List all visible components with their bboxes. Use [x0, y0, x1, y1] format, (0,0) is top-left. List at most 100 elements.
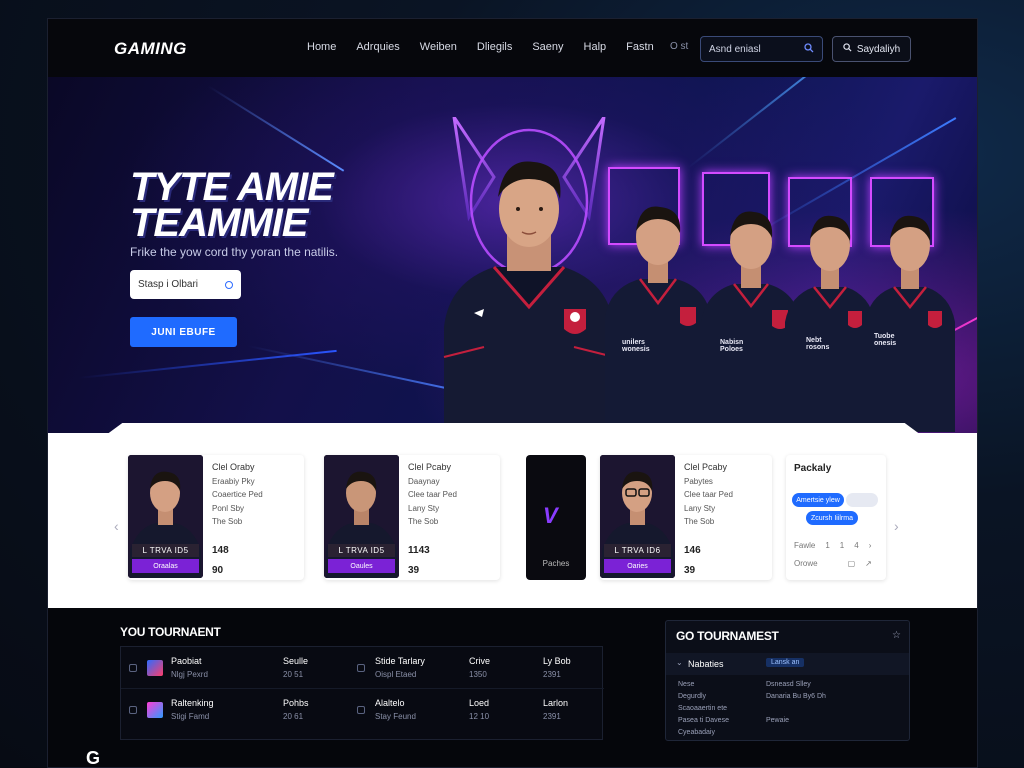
- panel-header-row[interactable]: ⌄ Nabaties Lansk an: [666, 653, 909, 675]
- player-stats: 148 90: [212, 541, 229, 581]
- player-card[interactable]: L TRVA ID5 Oraalas Clel Oraby Eraabiy Pk…: [128, 455, 304, 580]
- search-input[interactable]: Asnd eniasl: [700, 36, 823, 62]
- player-stat: 39: [408, 565, 420, 576]
- jersey-label: Nebt rosons: [806, 337, 830, 351]
- hero-title-line2: TEAMMIE: [130, 201, 308, 245]
- team-flag-icon: [147, 702, 163, 718]
- tournament-panel: GO TOURNAMEST ☆ ⌄ Nabaties Lansk an Nese…: [665, 620, 910, 741]
- player-detail: Coaertice Ped: [212, 490, 263, 499]
- player-detail: Eraabiy Pky: [212, 476, 255, 486]
- player-detail: Clee taar Ped: [684, 490, 733, 499]
- search-icon[interactable]: [804, 42, 814, 56]
- table-cell: Raltenking Stigi Famd: [171, 698, 214, 721]
- panel-row[interactable]: Pasea ti Davese: [678, 717, 729, 724]
- hero-banner: TYTE AMIE TEAMMIE Frike the yow cord thy…: [48, 77, 977, 433]
- player-stats: 146 39: [684, 541, 701, 581]
- player-card-tag: Oraalas: [132, 559, 199, 573]
- search-icon: [225, 280, 233, 289]
- hero-title-line1: TYTE AMIE: [130, 165, 334, 209]
- package-pill-muted: [846, 493, 878, 507]
- chevron-down-icon: ⌄: [676, 658, 683, 667]
- table-cell: Crive 1350: [469, 656, 491, 679]
- player-detail: Clee taar Ped: [408, 490, 457, 499]
- nav-link-3[interactable]: Weiben: [420, 41, 457, 53]
- panel-header-badge: Lansk an: [766, 658, 805, 667]
- top-nav: GAMING Home Adrquies Weiben Dliegils Sae…: [48, 19, 977, 77]
- player-detail: Lany Sty: [408, 503, 440, 513]
- row-checkbox[interactable]: [357, 706, 365, 714]
- player-stat: 39: [684, 565, 696, 576]
- player-stats: 1143 39: [408, 541, 430, 581]
- player-stat: 148: [212, 545, 229, 556]
- player-card-band: L TRVA ID5: [328, 544, 395, 557]
- chevron-right-icon[interactable]: ›: [894, 518, 899, 534]
- player-stat: 146: [684, 545, 701, 556]
- package-pill[interactable]: Amertsie ylew: [792, 493, 844, 507]
- chevron-right-icon[interactable]: ›: [869, 541, 872, 550]
- package-card[interactable]: Packaly Amertsie ylew Zcursh Iiilrma Faw…: [786, 455, 886, 580]
- table-cell: Paobiat Nlgj Pexrd: [171, 656, 208, 679]
- row-checkbox[interactable]: [129, 706, 137, 714]
- share-icon[interactable]: ↗: [865, 559, 872, 568]
- table-cell: Alaltelo Stay Feund: [375, 698, 416, 721]
- player-card[interactable]: L TRVA ID6 Oaries Clel Pcaby Pabytes Cle…: [600, 455, 772, 580]
- settings-icon[interactable]: ☆: [892, 630, 901, 641]
- table-cell: Larlon 2391: [543, 698, 569, 721]
- hero-input[interactable]: Stasp i Olbari: [130, 270, 241, 299]
- logo[interactable]: GAMING: [114, 39, 187, 59]
- player-card-band: L TRVA ID6: [604, 544, 671, 557]
- light-beam: [207, 85, 345, 172]
- package-row-label: Orowe: [794, 559, 818, 568]
- search-placeholder: Asnd eniasl: [709, 43, 761, 55]
- player-card-info: Clel Pcaby Pabytes Clee taar Ped Lany St…: [684, 461, 733, 529]
- team-logo-icon: V: [543, 503, 558, 528]
- player-card-info: Clel Pcaby Daaynay Clee taar Ped Lany St…: [408, 461, 457, 529]
- player-card[interactable]: L TRVA ID5 Oaules Clel Pcaby Daaynay Cle…: [324, 455, 500, 580]
- row-checkbox[interactable]: [129, 664, 137, 672]
- package-title: Packaly: [794, 463, 832, 474]
- nav-link-7[interactable]: Fastn: [626, 41, 654, 53]
- hero-subtitle: Frike the yow cord thy yoran the natilis…: [130, 245, 339, 259]
- player-card-tag: Oaries: [604, 559, 671, 573]
- package-row: Fawle 1 1 4 ›: [794, 541, 871, 550]
- package-row: Orowe ▢ ↗: [794, 559, 872, 568]
- player-detail: Ponl Sby: [212, 503, 245, 513]
- table-row[interactable]: Paobiat Nlgj Pexrd Seulle 20 51 Stide Tarl…: [121, 647, 604, 689]
- nav-extra[interactable]: O st: [670, 41, 688, 52]
- player-illustration: [865, 215, 955, 432]
- team-flag-icon: [147, 660, 163, 676]
- light-beam: [77, 349, 337, 379]
- nav-link-2[interactable]: Adrquies: [356, 41, 399, 53]
- table-cell: Loed 12 10: [469, 698, 490, 721]
- panel-title: GO TOURNAMEST: [676, 629, 779, 643]
- package-row-value: 1: [839, 541, 845, 550]
- player-detail: Pabytes: [684, 476, 713, 486]
- panel-row-value: Danaria Bu By6 Dh: [766, 693, 826, 700]
- panel-row[interactable]: Cyeabadaiy: [678, 729, 715, 736]
- player-card-info: Clel Oraby Eraabiy Pky Coaertice Ped Pon…: [212, 461, 263, 529]
- panel-header-label: Nabaties: [688, 659, 724, 669]
- row-checkbox[interactable]: [357, 664, 365, 672]
- player-detail: The Sob: [684, 517, 715, 526]
- panel-row[interactable]: Scaoaaertin ete: [678, 705, 727, 712]
- search-icon: [843, 43, 852, 55]
- copy-icon[interactable]: ▢: [848, 559, 856, 568]
- panel-row[interactable]: Degurdly: [678, 693, 706, 700]
- player-cards-section: ‹ › L TRVA ID5 Oraalas Clel Oraby Eraabi…: [48, 423, 977, 608]
- package-pill[interactable]: Zcursh Iiilrma: [806, 511, 858, 525]
- footer-logo: G: [86, 748, 101, 768]
- team-logo-card[interactable]: V Paches: [526, 455, 586, 580]
- app-frame: GAMING Home Adrquies Weiben Dliegils Sae…: [47, 18, 978, 768]
- nav-link-4[interactable]: Dliegils: [477, 41, 512, 53]
- nav-search-button[interactable]: Saydaliyh: [832, 36, 911, 62]
- package-row-label: Fawle: [794, 541, 816, 550]
- nav-link-6[interactable]: Halp: [584, 41, 607, 53]
- join-button[interactable]: JUNI EBUFE: [130, 317, 237, 347]
- nav-link-5[interactable]: Saeny: [532, 41, 563, 53]
- chevron-left-icon[interactable]: ‹: [114, 518, 119, 534]
- jersey-label: Nabisn Poloes: [720, 339, 744, 353]
- panel-row[interactable]: Nese: [678, 681, 694, 688]
- table-cell: Ly Bob 2391: [543, 656, 571, 679]
- table-row[interactable]: Raltenking Stigi Famd Pohbs 20 61 Alaltelo…: [121, 689, 604, 731]
- nav-link-home[interactable]: Home: [307, 41, 336, 53]
